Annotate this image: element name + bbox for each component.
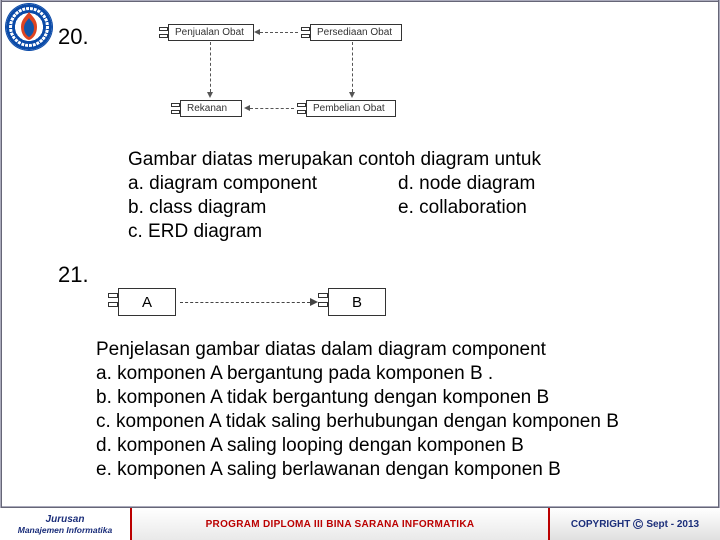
footer-program: PROGRAM DIPLOMA III BINA SARANA INFORMAT…: [130, 508, 550, 540]
q21-text-block: Penjelasan gambar diatas dalam diagram c…: [96, 338, 706, 482]
dashed-connector: [210, 42, 211, 92]
slide-page: 20. Penjualan Obat Persediaan Obat Rekan…: [0, 0, 720, 540]
dashed-connector: [180, 302, 310, 303]
frame-left: [0, 0, 2, 540]
q21-option-b: b. komponen A tidak bergantung dengan ko…: [96, 386, 706, 410]
q21-box-b: B: [352, 294, 362, 311]
q21-option-d: d. komponen A saling looping dengan komp…: [96, 434, 706, 458]
q20-option-a: a. diagram component: [128, 172, 398, 196]
q21-box-a: A: [142, 294, 152, 311]
arrow-head-icon: [254, 29, 260, 35]
q21-prompt: Penjelasan gambar diatas dalam diagram c…: [96, 338, 706, 362]
arrow-head-icon: [349, 92, 355, 98]
footer-copyright-date: Sept - 2013: [646, 519, 699, 530]
dashed-connector: [250, 108, 294, 109]
q21-diagram: A B: [106, 286, 396, 326]
q20-option-d: d. node diagram: [398, 172, 688, 196]
q20-option-e: e. collaboration: [398, 196, 688, 220]
q20-box-tr: Persediaan Obat: [311, 25, 401, 40]
bsi-logo-icon: [6, 4, 52, 50]
arrow-head-icon: [207, 92, 213, 98]
q21-option-c: c. komponen A tidak saling berhubungan d…: [96, 410, 706, 434]
footer-dept-line2: Manajemen Informatika: [18, 525, 112, 535]
q20-diagram: Penjualan Obat Persediaan Obat Rekanan P…: [158, 22, 428, 127]
q20-box-tl: Penjualan Obat: [169, 25, 253, 40]
footer-dept-line1: Jurusan: [46, 515, 85, 525]
question-21-number: 21.: [58, 262, 89, 288]
footer-department: Jurusan Manajemen Informatika: [0, 508, 130, 540]
flame-icon: [15, 11, 43, 41]
dashed-connector: [352, 42, 353, 92]
q20-box-bl: Rekanan: [181, 101, 241, 116]
footer-copyright: COPYRIGHT C Sept - 2013: [550, 508, 720, 540]
q20-prompt: Gambar diatas merupakan contoh diagram u…: [128, 148, 688, 172]
footer-copyright-label: COPYRIGHT: [571, 519, 630, 530]
slide-footer: Jurusan Manajemen Informatika PROGRAM DI…: [0, 508, 720, 540]
q20-option-b: b. class diagram: [128, 196, 398, 220]
copyright-icon: C: [633, 519, 643, 529]
q21-option-e: e. komponen A saling berlawanan dengan k…: [96, 458, 706, 482]
q20-option-c: c. ERD diagram: [128, 220, 688, 244]
dashed-connector: [260, 32, 298, 33]
q21-option-a: a. komponen A bergantung pada komponen B…: [96, 362, 706, 386]
q20-text-block: Gambar diatas merupakan contoh diagram u…: [128, 148, 688, 244]
q20-box-br: Pembelian Obat: [307, 101, 395, 116]
question-20-number: 20.: [58, 24, 89, 50]
arrow-head-icon: [310, 298, 318, 306]
frame-top: [0, 0, 720, 2]
arrow-head-icon: [244, 105, 250, 111]
